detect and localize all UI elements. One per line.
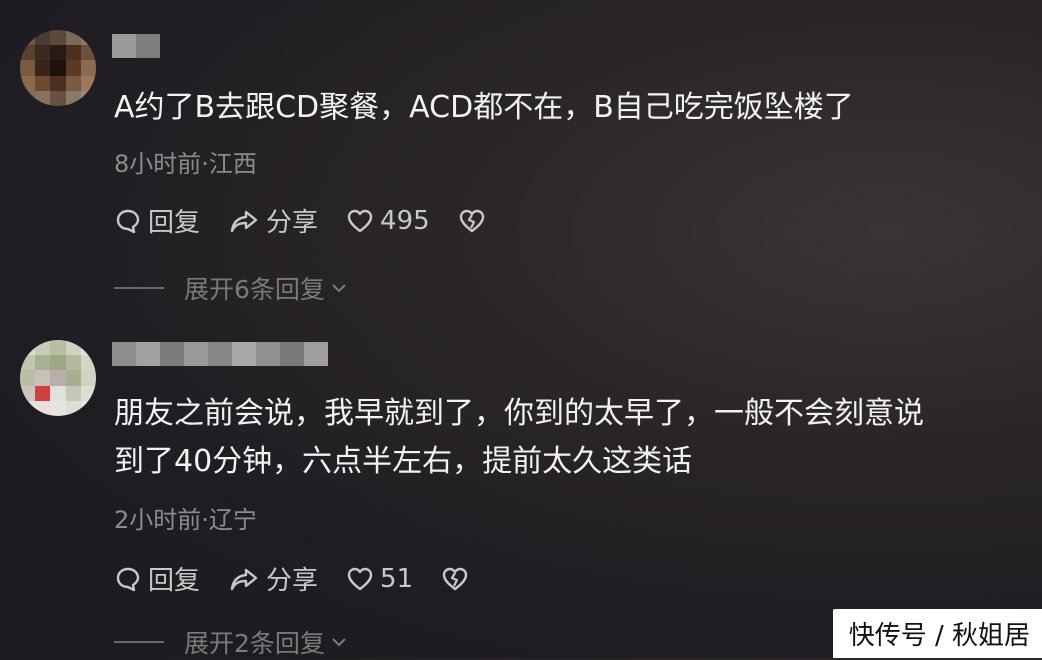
comment-item: A约了B去跟CD聚餐，ACD都不在，B自己吃完饭坠楼了 8小时前·江西 回复 分… (0, 0, 1042, 320)
share-label: 分享 (266, 566, 319, 596)
like-button[interactable]: 495 (346, 206, 430, 236)
expand-replies-label: 展开6条回复 (184, 275, 325, 304)
expand-replies-button[interactable]: 展开2条回复 (114, 624, 349, 660)
reply-label: 回复 (148, 208, 201, 238)
like-button[interactable]: 51 (346, 564, 413, 594)
comment-actions: 回复 分享 495 (114, 202, 520, 239)
divider (114, 287, 164, 289)
chevron-down-icon (332, 638, 346, 647)
share-button[interactable]: 分享 (228, 202, 318, 239)
reply-button[interactable]: 回复 (114, 202, 200, 239)
reply-icon (116, 567, 140, 591)
broken-heart-icon (459, 209, 484, 232)
share-label: 分享 (266, 208, 319, 238)
username-mosaic[interactable] (112, 342, 328, 366)
share-icon (230, 568, 258, 590)
chevron-down-icon (332, 284, 346, 293)
heart-icon (347, 567, 373, 590)
like-count: 51 (380, 563, 414, 594)
dislike-button[interactable] (441, 565, 475, 593)
reply-label: 回复 (148, 566, 201, 596)
expand-replies-button[interactable]: 展开6条回复 (114, 270, 349, 306)
username-mosaic[interactable] (112, 34, 160, 58)
avatar[interactable] (20, 30, 96, 106)
comment-text: 朋友之前会说，我早就到了，你到的太早了，一般不会刻意说 到了40分钟，六点半左右… (114, 396, 924, 479)
reply-button[interactable]: 回复 (114, 560, 200, 597)
comment-actions: 回复 分享 51 (114, 560, 503, 597)
reply-icon (116, 209, 140, 233)
expand-replies-label: 展开2条回复 (184, 629, 325, 658)
comment-meta: 8小时前·江西 (114, 150, 257, 178)
comment-item: 朋友之前会说，我早就到了，你到的太早了，一般不会刻意说 到了40分钟，六点半左右… (0, 320, 1042, 658)
heart-icon (347, 209, 373, 232)
divider (114, 641, 164, 643)
like-count: 495 (380, 205, 430, 236)
watermark: 快传号 / 秋姐居 (832, 609, 1042, 658)
broken-heart-icon (442, 567, 468, 590)
share-icon (230, 210, 258, 232)
comment-meta: 2小时前·辽宁 (114, 506, 257, 534)
share-button[interactable]: 分享 (228, 560, 318, 597)
dislike-button[interactable] (458, 207, 492, 235)
avatar[interactable] (20, 340, 96, 416)
comment-text: A约了B去跟CD聚餐，ACD都不在，B自己吃完饭坠楼了 (114, 90, 854, 125)
